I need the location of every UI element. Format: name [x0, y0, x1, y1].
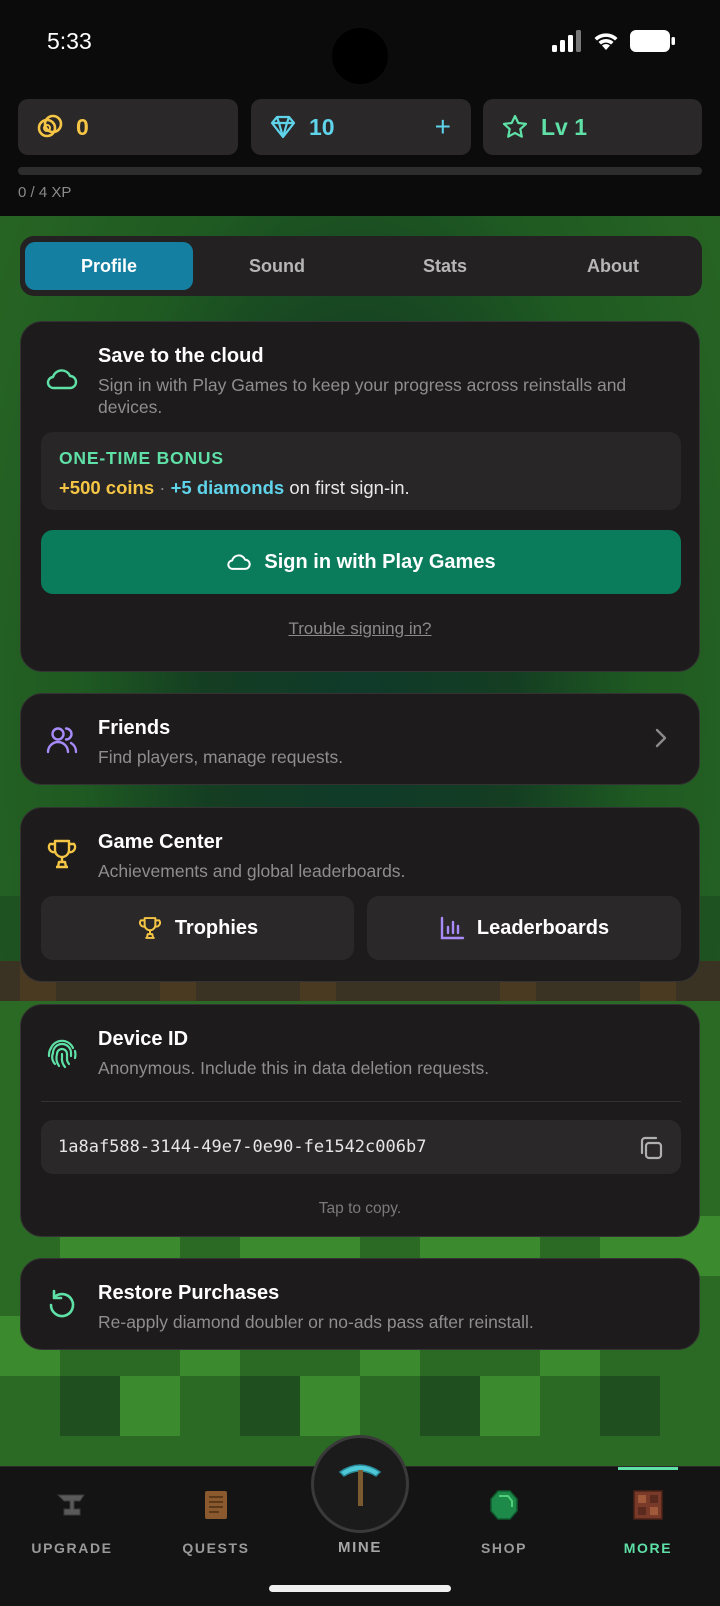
battery-icon — [630, 30, 675, 52]
nav-more-label: MORE — [623, 1540, 673, 1556]
nav-more[interactable]: MORE — [588, 1487, 708, 1556]
wifi-icon — [594, 33, 618, 50]
currency-header: 0 10 + Lv 1 0 / 4 XP — [0, 90, 720, 216]
signal-icon — [552, 30, 581, 52]
cloud-icon — [45, 362, 79, 396]
bonus-box: ONE-TIME BONUS +500 coins · +5 diamonds … — [41, 432, 681, 510]
friends-title: Friends — [98, 717, 171, 739]
diamond-icon — [269, 113, 297, 141]
home-indicator — [269, 1585, 451, 1592]
leaderboards-button[interactable]: Leaderboards — [367, 896, 681, 960]
leaderboards-label: Leaderboards — [476, 916, 610, 939]
chevron-right-icon — [655, 728, 667, 748]
sign-in-label: Sign in with Play Games — [264, 550, 496, 573]
bar-chart-icon — [440, 916, 465, 940]
copy-icon[interactable] — [637, 1134, 665, 1162]
cloud-save-card: Save to the cloud Sign in with Play Game… — [20, 321, 700, 672]
add-diamonds-button[interactable]: + — [435, 111, 451, 143]
tab-sound[interactable]: Sound — [193, 242, 361, 290]
scroll-icon — [205, 1491, 227, 1519]
emerald-icon — [490, 1490, 518, 1520]
game-center-card: Game Center Achievements and global lead… — [20, 807, 700, 982]
game-center-subtitle: Achievements and global leaderboards. — [98, 861, 406, 881]
trophy-icon — [138, 917, 161, 939]
fingerprint-icon — [45, 1036, 79, 1070]
nav-quests[interactable]: QUESTS — [156, 1487, 276, 1556]
bottom-nav: UPGRADE QUESTS MINE SHOP MORE — [0, 1435, 720, 1606]
nav-shop-label: SHOP — [480, 1540, 528, 1556]
trophies-label: Trophies — [174, 916, 259, 939]
bonus-tail: on first sign-in. — [284, 477, 410, 498]
diamonds-count: 10 — [309, 113, 335, 140]
device-id-value: 1a8af588-3144-49e7-0e90-fe1542c006b7 — [58, 1137, 427, 1157]
bonus-label: ONE-TIME BONUS — [59, 448, 224, 468]
coins-icon — [36, 113, 64, 141]
device-id-field[interactable]: 1a8af588-3144-49e7-0e90-fe1542c006b7 — [41, 1120, 681, 1174]
bonus-separator: · — [154, 477, 171, 498]
cloud-subtitle-2: devices. — [98, 397, 163, 417]
users-icon — [45, 723, 79, 757]
trophies-button[interactable]: Trophies — [41, 896, 354, 960]
level-pill[interactable]: Lv 1 — [483, 99, 702, 155]
diamonds-pill[interactable]: 10 + — [251, 99, 471, 155]
nav-mine-label: MINE — [338, 1539, 382, 1556]
settings-tabs: Profile Sound Stats About — [20, 236, 702, 296]
nav-mine-button[interactable] — [311, 1435, 409, 1533]
bonus-coins: +500 coins — [59, 477, 155, 498]
level-label: Lv 1 — [541, 113, 588, 140]
star-icon — [501, 113, 529, 141]
cloud-title: Save to the cloud — [98, 345, 264, 367]
coins-pill[interactable]: 0 — [18, 99, 238, 155]
restore-icon — [45, 1288, 79, 1322]
xp-text: 0 / 4 XP — [18, 184, 72, 201]
xp-progress-bar — [18, 167, 702, 175]
device-id-card: Device ID Anonymous. Include this in dat… — [20, 1004, 700, 1237]
trouble-signing-in-link[interactable]: Trouble signing in? — [21, 619, 699, 639]
active-tab-indicator — [618, 1467, 678, 1470]
status-icons — [552, 30, 676, 52]
tab-about[interactable]: About — [529, 242, 697, 290]
restore-subtitle: Re-apply diamond doubler or no-ads pass … — [98, 1312, 534, 1332]
camera-cutout — [332, 28, 388, 84]
status-time: 5:33 — [47, 28, 92, 54]
pickaxe-icon — [338, 1464, 382, 1506]
restore-title: Restore Purchases — [98, 1282, 280, 1304]
nav-upgrade-label: UPGRADE — [31, 1540, 113, 1556]
nav-quests-label: QUESTS — [182, 1540, 250, 1556]
nav-shop[interactable]: SHOP — [444, 1487, 564, 1556]
device-id-title: Device ID — [98, 1028, 189, 1050]
anvil-icon — [56, 1494, 85, 1516]
coins-count: 0 — [76, 113, 89, 140]
trophy-icon — [45, 837, 79, 871]
sign-in-button[interactable]: Sign in with Play Games — [41, 530, 681, 594]
tab-profile[interactable]: Profile — [25, 242, 193, 290]
bonus-diamonds: +5 diamonds — [170, 477, 285, 498]
restore-purchases-card[interactable]: Restore Purchases Re-apply diamond doubl… — [20, 1258, 700, 1350]
game-center-title: Game Center — [98, 831, 223, 853]
status-bar: 5:33 — [0, 0, 720, 90]
divider — [41, 1101, 681, 1102]
cloud-icon — [227, 554, 252, 570]
device-id-subtitle: Anonymous. Include this in data deletion… — [98, 1058, 490, 1078]
tab-stats[interactable]: Stats — [361, 242, 529, 290]
nav-upgrade[interactable]: UPGRADE — [12, 1487, 132, 1556]
cloud-subtitle-1: Sign in with Play Games to keep your pro… — [98, 375, 627, 395]
friends-subtitle: Find players, manage requests. — [98, 747, 344, 767]
bonus-line: +500 coins · +5 diamonds on first sign-i… — [59, 477, 410, 499]
tap-to-copy-hint: Tap to copy. — [318, 1200, 402, 1217]
friends-card[interactable]: Friends Find players, manage requests. — [20, 693, 700, 785]
crate-icon — [633, 1490, 663, 1520]
